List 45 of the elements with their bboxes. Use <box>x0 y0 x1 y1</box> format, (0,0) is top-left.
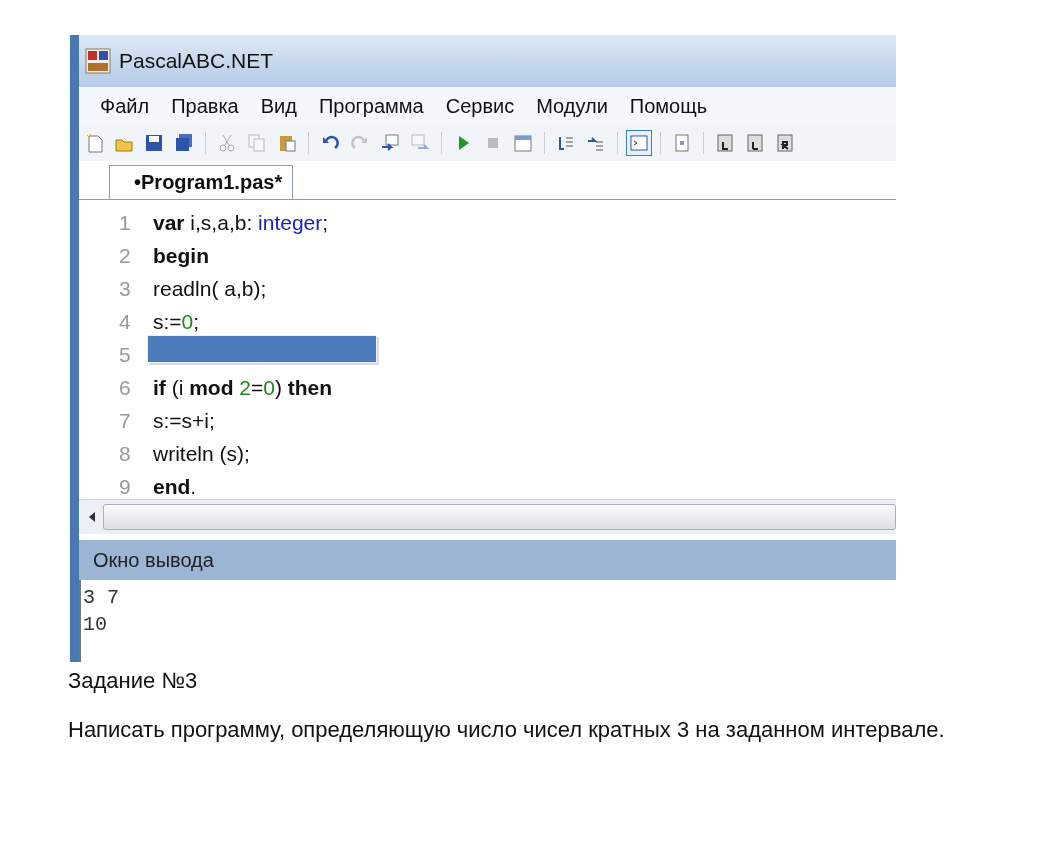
output-text: 3 7 <box>83 585 120 611</box>
new-file-icon <box>84 133 104 153</box>
window-title: PascalABC.NET <box>119 49 274 73</box>
clipboard-icon <box>277 133 297 153</box>
scissors-icon <box>217 133 237 153</box>
task-text: Написать программу, определяющую число чисел кратных 3 на заданном интервале. <box>68 716 946 744</box>
output-panel-title: Окно вывода <box>79 540 896 580</box>
document-arrow-icon <box>380 133 400 153</box>
line-number: 2 <box>118 244 132 268</box>
line-number: 5 <box>118 343 132 367</box>
line-number: 7 <box>118 409 132 433</box>
code-line: end. <box>153 475 197 499</box>
horizontal-scrollbar[interactable] <box>103 504 896 530</box>
code-line: s:=s+i; <box>153 409 215 433</box>
menu-item[interactable]: Правка <box>162 92 248 120</box>
code-line: readln( a,b); <box>153 277 267 301</box>
line-number: 4 <box>118 310 132 334</box>
code-line: if (i mod 2=0) then <box>153 376 333 400</box>
document-letter-icon <box>745 133 765 153</box>
console-icon <box>629 133 649 153</box>
line-number: 8 <box>118 442 132 466</box>
line-number: 9 <box>118 475 132 499</box>
line-number: 3 <box>118 277 132 301</box>
document-letter-icon <box>775 133 795 153</box>
code-line: writeln (s); <box>153 442 250 466</box>
app-logo-icon <box>85 48 111 74</box>
code-line: var i,s,a,b: integer; <box>153 211 329 235</box>
menu-item[interactable]: Сервис <box>436 92 524 120</box>
code-line: s:=0; <box>153 310 200 334</box>
menu-item[interactable]: Помощь <box>620 92 717 120</box>
copy-icon <box>247 133 267 153</box>
menu-item[interactable]: Программа <box>309 92 433 120</box>
menu-item[interactable]: Файл <box>91 92 159 120</box>
floppy-disks-icon <box>174 133 194 153</box>
code-line: begin <box>153 244 209 268</box>
menu-item[interactable]: Вид <box>251 92 306 120</box>
file-tab[interactable]: •Program1.pas* <box>109 165 294 199</box>
document-letter-icon <box>715 133 735 153</box>
document-icon <box>672 133 692 153</box>
output-text: 10 <box>83 612 108 638</box>
line-number: 6 <box>118 376 132 400</box>
line-number: 1 <box>118 211 132 235</box>
menu-item[interactable]: Модули <box>527 92 617 120</box>
scroll-left-icon <box>87 511 97 523</box>
task-heading: Задание №3 <box>68 668 199 694</box>
